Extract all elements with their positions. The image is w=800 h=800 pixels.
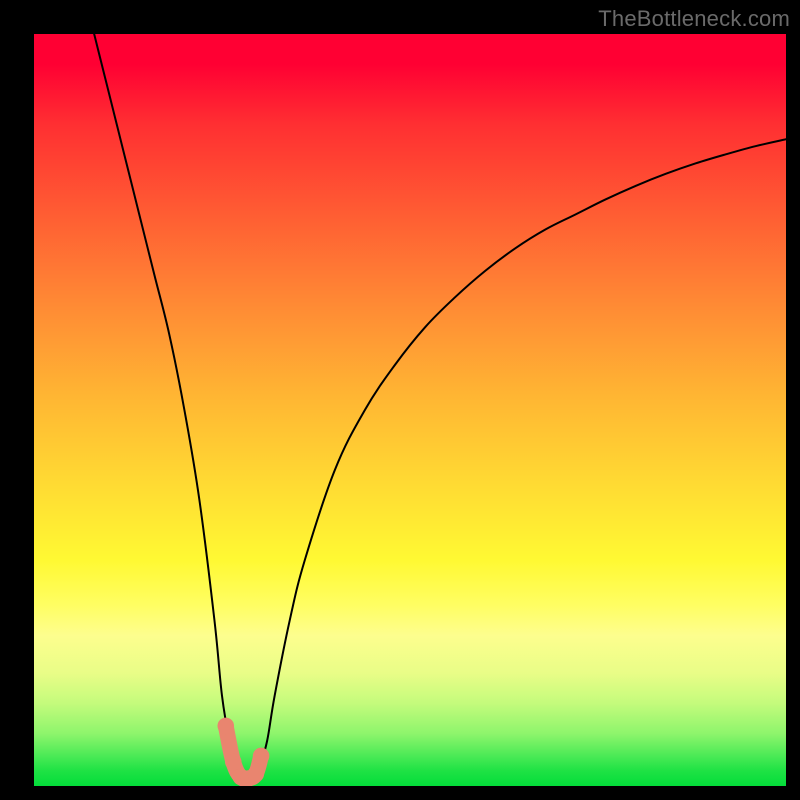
optimal-marker: [253, 748, 270, 765]
optimal-marker: [248, 766, 265, 783]
plot-area: [34, 34, 786, 786]
watermark-text: TheBottleneck.com: [598, 6, 790, 32]
chart-frame: TheBottleneck.com: [0, 0, 800, 800]
bottleneck-curve: [34, 34, 786, 786]
optimal-marker: [225, 754, 242, 771]
optimal-marker: [217, 718, 234, 735]
